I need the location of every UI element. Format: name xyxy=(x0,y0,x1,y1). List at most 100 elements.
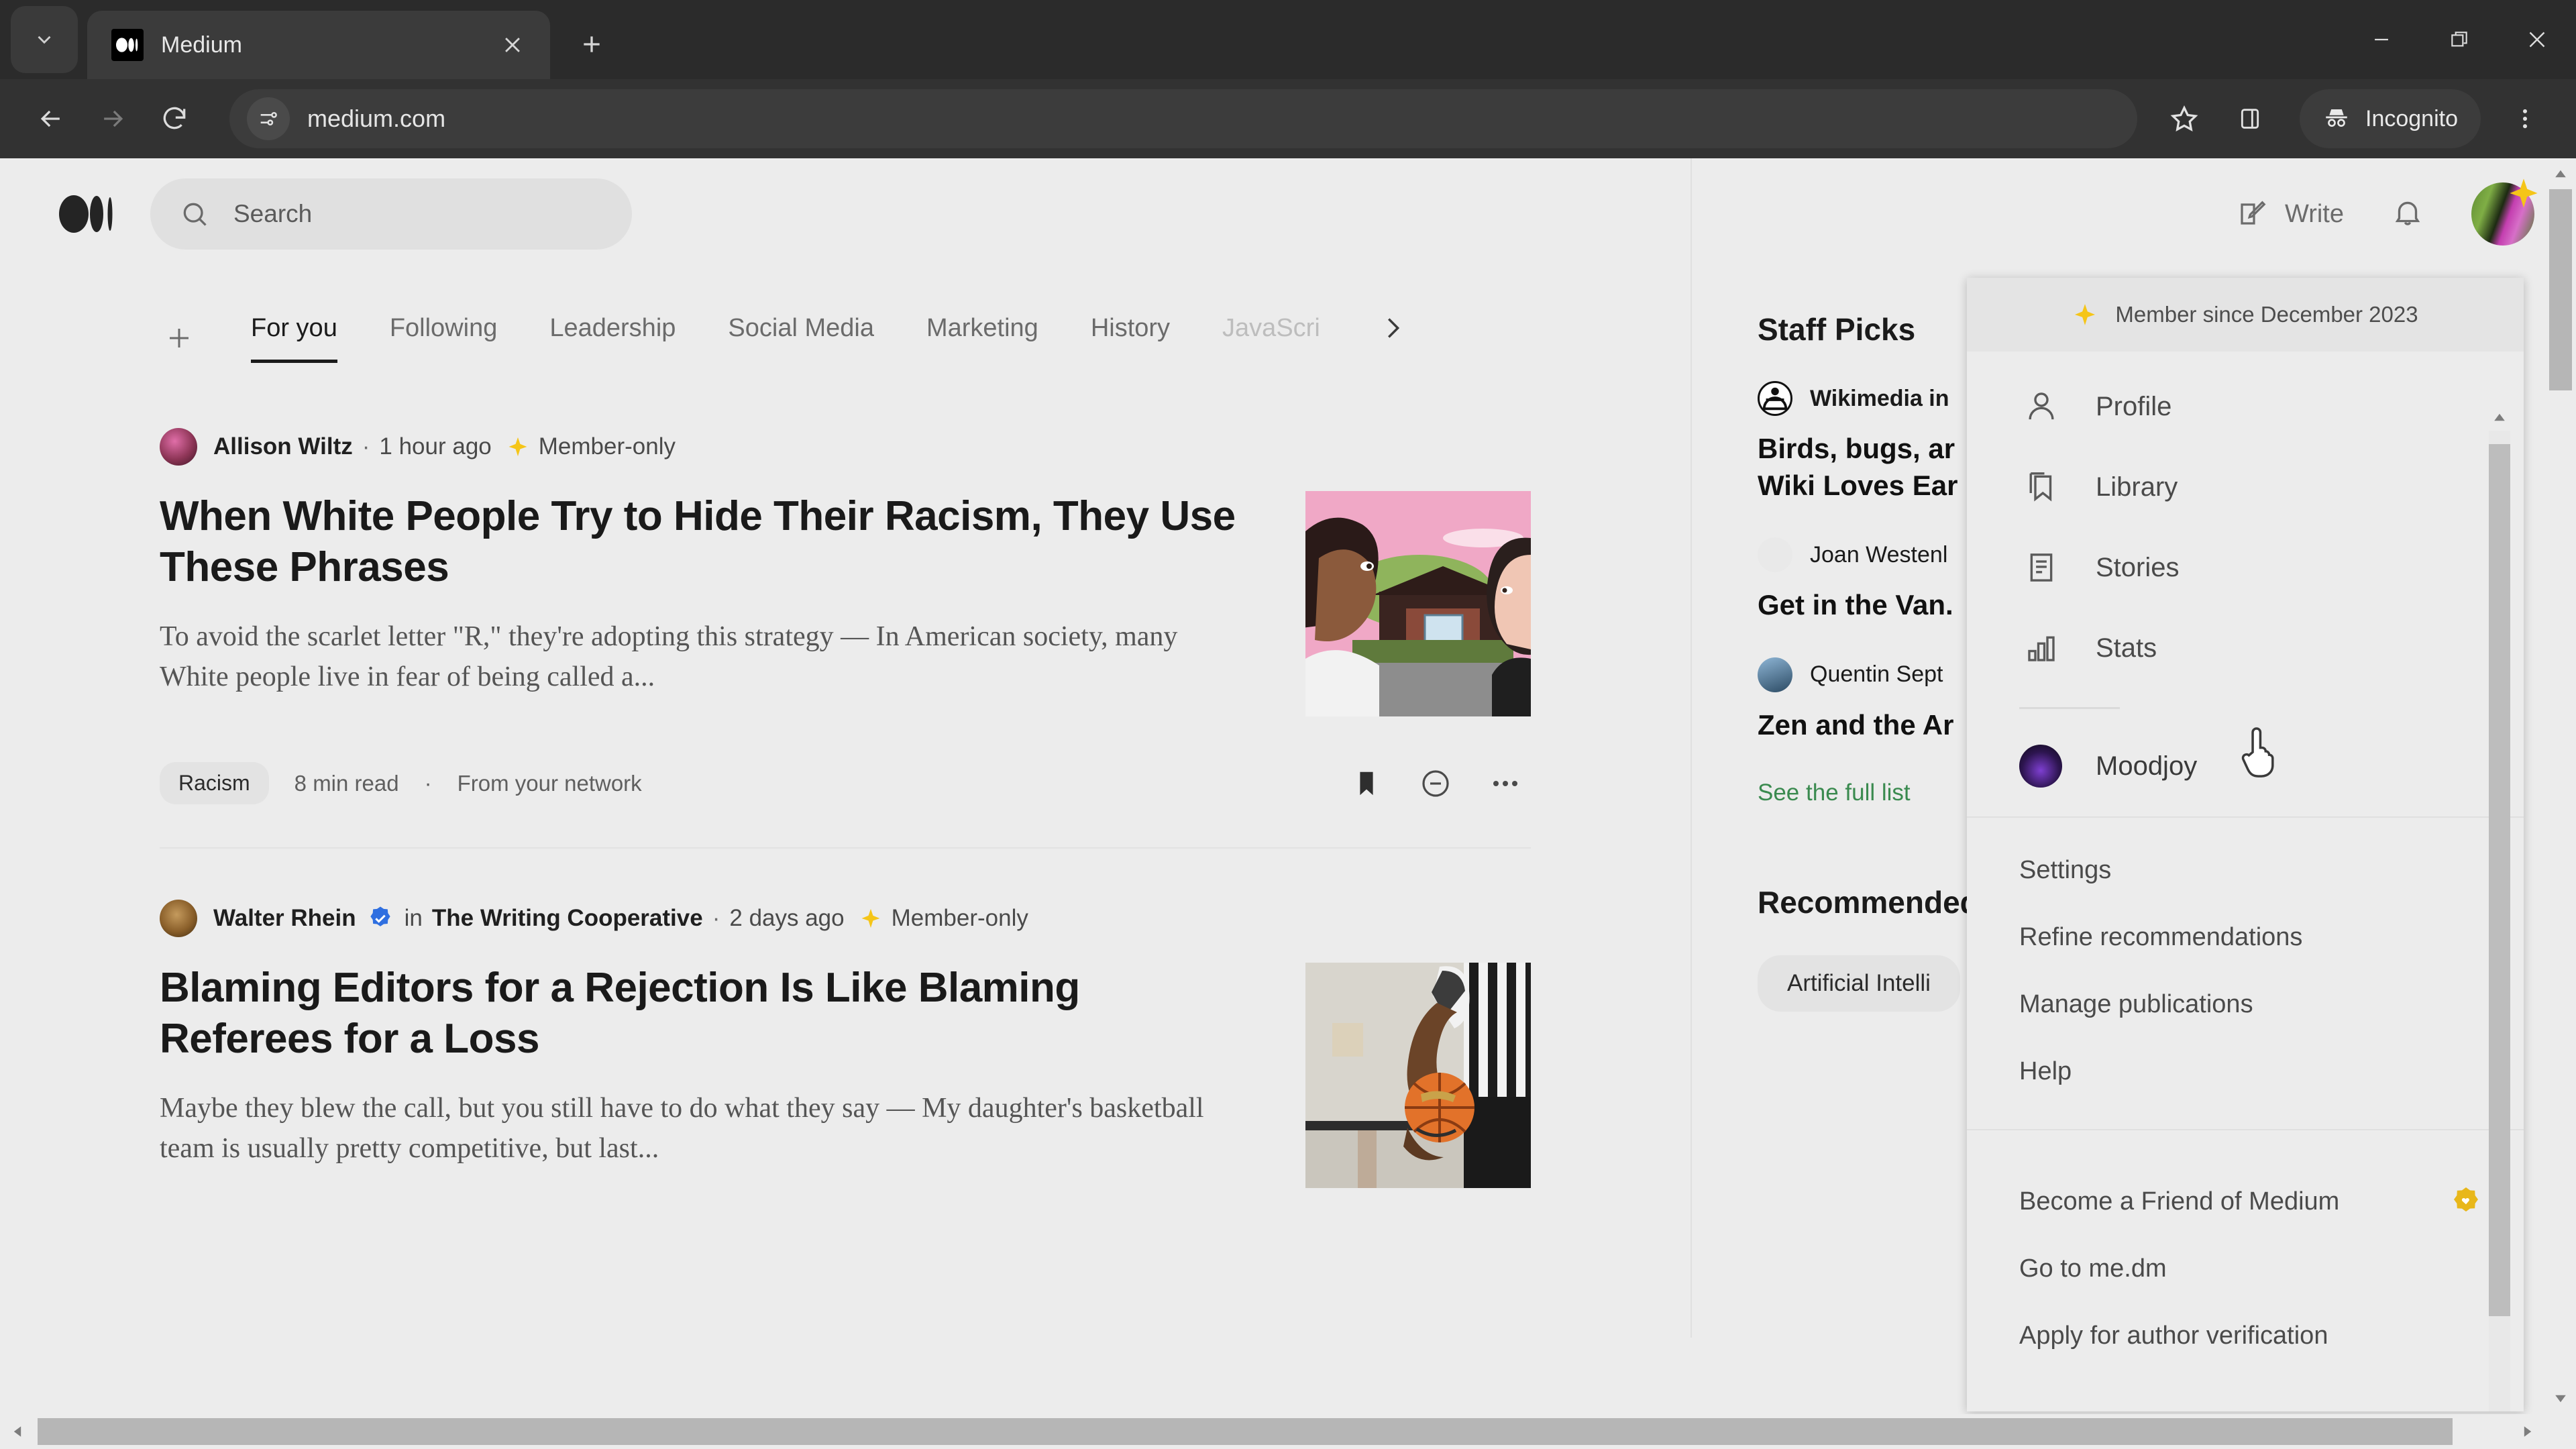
publication-name[interactable]: The Writing Cooperative xyxy=(432,905,703,932)
article-subtitle: To avoid the scarlet letter "R," they're… xyxy=(160,621,1178,693)
menu-item-apply-author-verification[interactable]: Apply for author verification xyxy=(1967,1302,2524,1369)
tab-strip: Medium xyxy=(0,0,2576,79)
new-tab-button[interactable] xyxy=(565,17,619,71)
maximize-button[interactable] xyxy=(2420,0,2498,79)
feed-tab-marketing[interactable]: Marketing xyxy=(926,314,1038,363)
profile-avatar-button[interactable] xyxy=(2471,178,2538,246)
menu-item-label: Stories xyxy=(2096,552,2180,582)
feed-tab-social-media[interactable]: Social Media xyxy=(728,314,874,363)
staff-pick-author[interactable]: Joan Westenl xyxy=(1810,542,1947,568)
menu-item-account[interactable]: Moodjoy xyxy=(1967,716,2524,816)
search-icon xyxy=(183,203,207,226)
medium-logo-icon[interactable] xyxy=(59,194,115,234)
bookmark-filled-icon[interactable] xyxy=(1351,768,1382,799)
menu-item-help[interactable]: Help xyxy=(1967,1038,2524,1105)
article-text: Blaming Editors for a Rejection Is Like … xyxy=(160,963,1305,1169)
menu-item-settings[interactable]: Settings xyxy=(1967,837,2524,904)
incognito-indicator[interactable]: Incognito xyxy=(2300,89,2481,148)
byline-text: Allison Wiltz · 1 hour ago Member-only xyxy=(213,433,676,460)
member-since-text: Member since December 2023 xyxy=(2115,302,2418,327)
article-card[interactable]: Walter Rhein in The Writing Cooperative … xyxy=(0,900,1690,1188)
article-title[interactable]: Blaming Editors for a Rejection Is Like … xyxy=(160,963,1245,1065)
minimize-button[interactable] xyxy=(2343,0,2420,79)
reload-button[interactable] xyxy=(144,88,205,150)
author-name[interactable]: Allison Wiltz xyxy=(213,433,353,460)
feed-tab-history[interactable]: History xyxy=(1091,314,1170,363)
article-thumbnail[interactable] xyxy=(1305,963,1531,1188)
side-panel-button[interactable] xyxy=(2219,88,2281,150)
incognito-hat-icon xyxy=(2326,109,2347,127)
forward-button[interactable] xyxy=(82,88,144,150)
page-horizontal-scrollbar[interactable] xyxy=(0,1414,2576,1449)
page-scroll-right-button[interactable] xyxy=(2510,1414,2545,1449)
page-scroll-left-button[interactable] xyxy=(0,1414,35,1449)
menu-divider xyxy=(2019,707,2120,709)
article-title[interactable]: When White People Try to Hide Their Raci… xyxy=(160,491,1245,594)
menu-item-label: Profile xyxy=(2096,391,2172,421)
site-header: Search Write xyxy=(0,158,2576,270)
url-text[interactable]: medium.com xyxy=(307,105,445,133)
feed-tab-javascript[interactable]: JavaScri xyxy=(1222,314,1320,363)
kebab-menu-icon xyxy=(2522,109,2528,129)
write-button[interactable]: Write xyxy=(2237,198,2344,230)
article-card[interactable]: Allison Wiltz · 1 hour ago Member-only W… xyxy=(0,428,1690,804)
menu-item-go-to-medm[interactable]: Go to me.dm xyxy=(1967,1235,2524,1302)
minus-circle-icon[interactable] xyxy=(1419,767,1452,800)
tune-settings-icon xyxy=(260,111,277,126)
article-actions xyxy=(1351,767,1531,800)
publication-badge-icon xyxy=(370,906,390,926)
bookmark-button[interactable] xyxy=(2153,88,2215,150)
chevron-down-icon xyxy=(38,36,51,44)
staff-pick-author[interactable]: Wikimedia in xyxy=(1810,386,1949,412)
browser-tab[interactable]: Medium xyxy=(87,11,550,79)
close-window-button[interactable] xyxy=(2498,0,2576,79)
feed-tabs-next-button[interactable] xyxy=(1373,308,1413,348)
article-source: From your network xyxy=(457,770,642,796)
feed-tab-for-you[interactable]: For you xyxy=(251,314,337,363)
bell-icon xyxy=(2395,201,2420,225)
page-vertical-scrollbar[interactable] xyxy=(2545,158,2576,1449)
menu-item-manage-publications[interactable]: Manage publications xyxy=(1967,971,2524,1038)
article-thumbnail[interactable] xyxy=(1305,491,1531,716)
page-scroll-down-button[interactable] xyxy=(2545,1383,2576,1414)
back-button[interactable] xyxy=(20,88,82,150)
site-search-input[interactable]: Search xyxy=(150,178,632,250)
page-scrollbar-thumb[interactable] xyxy=(2549,189,2572,390)
author-avatar[interactable] xyxy=(160,900,197,937)
add-topic-button[interactable] xyxy=(160,319,199,358)
account-avatar xyxy=(2019,745,2062,788)
byline-separator: · xyxy=(712,905,720,931)
browser-menu-button[interactable] xyxy=(2494,88,2556,150)
page-hscrollbar-thumb[interactable] xyxy=(38,1418,2453,1445)
menu-item-stats[interactable]: Stats xyxy=(1967,608,2524,688)
menu-item-refine-recommendations[interactable]: Refine recommendations xyxy=(1967,904,2524,971)
notifications-button[interactable] xyxy=(2391,196,2424,233)
menu-scroll-up-button[interactable] xyxy=(2486,404,2513,431)
author-name[interactable]: Walter Rhein xyxy=(213,905,356,932)
wikimedia-logo-icon xyxy=(1758,381,1792,416)
more-horizontal-icon[interactable] xyxy=(1489,767,1521,800)
menu-item-label: Stats xyxy=(2096,633,2157,663)
menu-item-become-a-friend[interactable]: Become a Friend of Medium xyxy=(1967,1168,2524,1235)
site-info-button[interactable] xyxy=(247,97,290,140)
menu-item-label: Library xyxy=(2096,472,2178,502)
back-arrow-icon xyxy=(40,110,60,127)
wikimedia-glyph-icon xyxy=(1762,387,1788,411)
tab-title: Medium xyxy=(161,32,242,58)
article-tag[interactable]: Racism xyxy=(160,762,269,804)
feed-tab-following[interactable]: Following xyxy=(390,314,498,363)
page-scroll-up-button[interactable] xyxy=(2545,158,2576,189)
menu-scrollbar-thumb[interactable] xyxy=(2489,444,2510,1316)
menu-item-library[interactable]: Library xyxy=(1967,447,2524,527)
address-bar[interactable]: medium.com xyxy=(229,89,2137,148)
site-header-actions: Write xyxy=(2237,178,2538,246)
menu-item-stories[interactable]: Stories xyxy=(1967,527,2524,608)
author-avatar[interactable] xyxy=(160,428,197,466)
tab-search-button[interactable] xyxy=(11,6,78,73)
menu-item-profile[interactable]: Profile xyxy=(1967,366,2524,447)
tab-close-button[interactable] xyxy=(494,26,531,64)
menu-scrollbar[interactable] xyxy=(2486,404,2513,1411)
topic-chip[interactable]: Artificial Intelli xyxy=(1758,955,1960,1012)
staff-pick-author[interactable]: Quentin Sept xyxy=(1810,661,1943,688)
feed-tab-leadership[interactable]: Leadership xyxy=(549,314,676,363)
